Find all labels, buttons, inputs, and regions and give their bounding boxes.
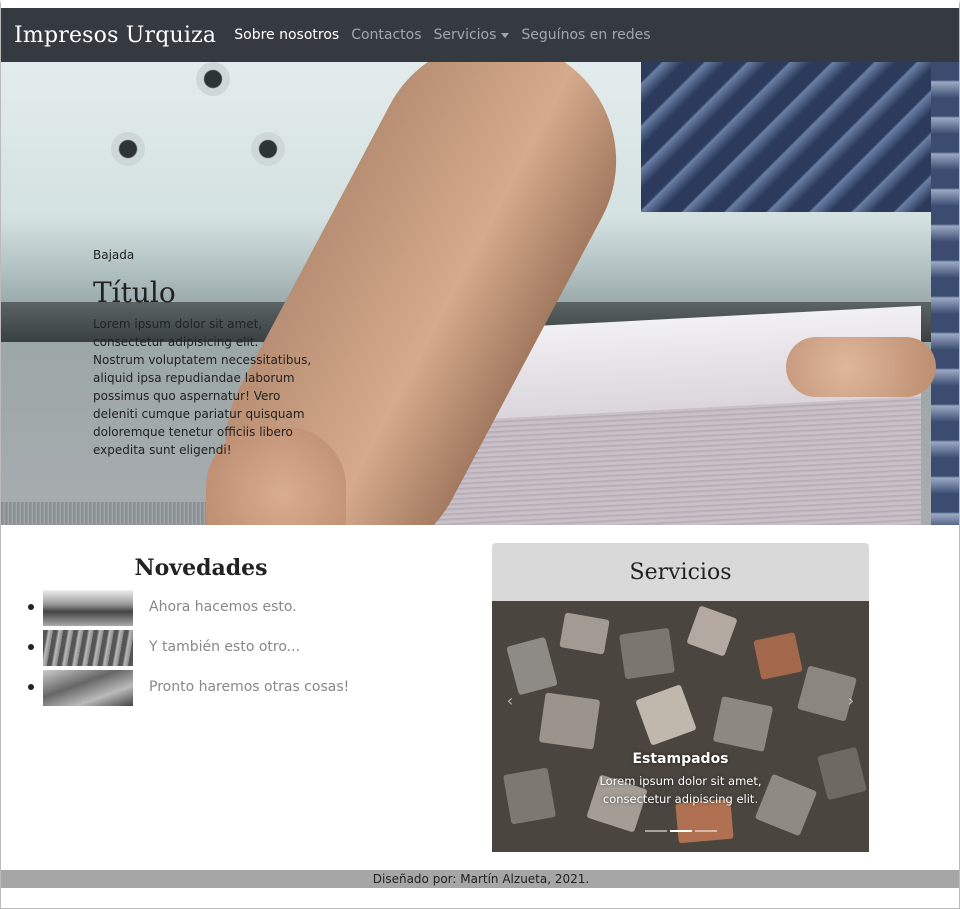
slide-image-block bbox=[619, 627, 675, 680]
news-thumbnail bbox=[43, 590, 133, 626]
slide-image-block bbox=[753, 632, 803, 680]
slide-image-block bbox=[635, 684, 697, 746]
bullet-icon bbox=[28, 604, 34, 610]
carousel-indicators bbox=[492, 830, 869, 832]
hero-banner: Bajada Título Lorem ipsum dolor sit amet… bbox=[1, 62, 959, 525]
carousel-slide-text: Lorem ipsum dolor sit amet, consectetur … bbox=[599, 774, 762, 806]
nav-dropdown-servicios[interactable]: Servicios bbox=[434, 27, 510, 43]
hero-text: Lorem ipsum dolor sit amet, consectetur … bbox=[93, 317, 312, 457]
hero-caption: Bajada Título Lorem ipsum dolor sit amet… bbox=[93, 248, 313, 459]
decor-hole bbox=[251, 132, 285, 166]
nav-link-sobre-nosotros[interactable]: Sobre nosotros bbox=[234, 27, 339, 43]
servicios-carousel: ‹ › Estampados Lorem ipsum dolor sit ame… bbox=[492, 601, 869, 852]
carousel-indicator[interactable] bbox=[644, 830, 667, 832]
hero-image-shirt bbox=[931, 62, 959, 525]
bullet-icon bbox=[28, 644, 34, 650]
carousel-indicator[interactable] bbox=[694, 830, 717, 832]
carousel-caption: Estampados Lorem ipsum dolor sit amet, c… bbox=[492, 751, 869, 808]
carousel-indicator-active[interactable] bbox=[669, 830, 692, 832]
servicios-card: Servicios ‹ › Estampados Lorem ipsum dol… bbox=[492, 543, 869, 852]
servicios-title: Servicios bbox=[492, 543, 869, 601]
slide-image-block bbox=[538, 692, 601, 750]
carousel-next-icon[interactable]: › bbox=[841, 691, 861, 711]
navbar: Impresos Urquiza Sobre nosotros Contacto… bbox=[1, 8, 959, 62]
slide-image-block bbox=[712, 696, 774, 752]
footer: Diseñado por: Martín Alzueta, 2021. bbox=[1, 870, 959, 888]
brand-logo[interactable]: Impresos Urquiza bbox=[14, 23, 216, 48]
news-label: Y también esto otro... bbox=[149, 639, 301, 655]
hero-image-sleeve bbox=[641, 62, 959, 212]
news-label: Pronto haremos otras cosas! bbox=[149, 679, 350, 695]
novedades-title: Novedades bbox=[134, 555, 268, 581]
news-thumbnail bbox=[43, 630, 133, 666]
slide-image-block bbox=[559, 612, 610, 655]
news-thumbnail bbox=[43, 670, 133, 706]
nav-link-contactos[interactable]: Contactos bbox=[351, 27, 421, 43]
bullet-icon bbox=[28, 684, 34, 690]
nav-link-servicios-label: Servicios bbox=[433, 27, 497, 43]
decor-hole bbox=[196, 62, 230, 96]
hero-image-hand-right bbox=[786, 337, 936, 397]
carousel-slide-title: Estampados bbox=[632, 751, 729, 767]
page: Impresos Urquiza Sobre nosotros Contacto… bbox=[0, 0, 960, 909]
caret-down-icon bbox=[501, 32, 510, 38]
slide-image-block bbox=[506, 636, 558, 696]
news-label: Ahora hacemos esto. bbox=[149, 599, 297, 615]
carousel-prev-icon[interactable]: ‹ bbox=[500, 691, 520, 711]
hero-subtitle: Bajada bbox=[93, 248, 135, 262]
slide-image-block bbox=[686, 605, 738, 657]
hero-title: Título bbox=[93, 276, 176, 309]
decor-hole bbox=[111, 132, 145, 166]
nav-link-redes[interactable]: Seguínos en redes bbox=[521, 27, 650, 43]
